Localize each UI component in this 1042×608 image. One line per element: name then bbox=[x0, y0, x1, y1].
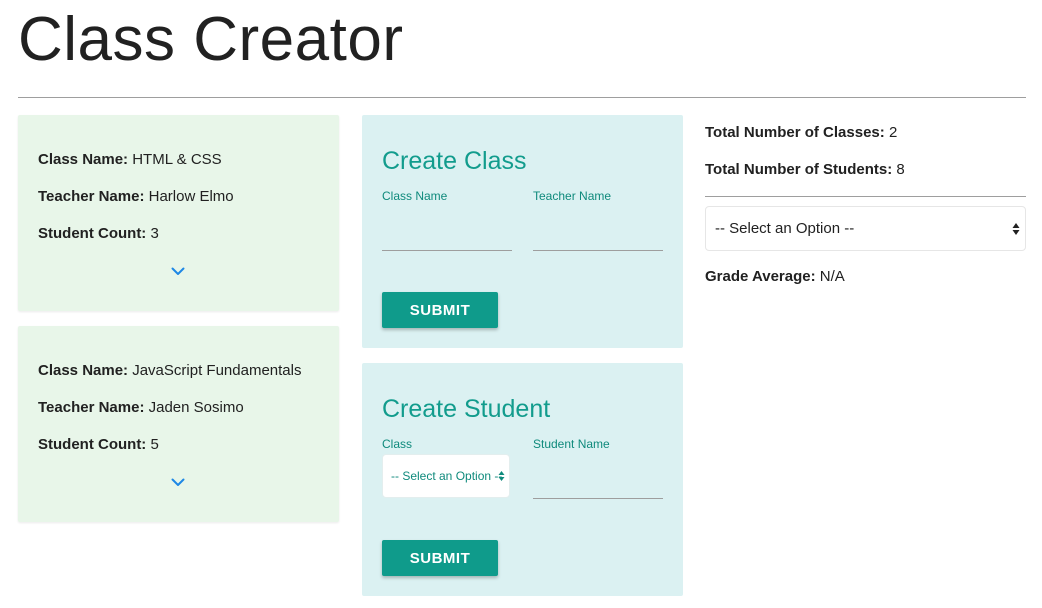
create-student-card: Create Student Class -- Select an Option… bbox=[362, 363, 683, 596]
class-filter-select[interactable]: -- Select an Option -- bbox=[705, 206, 1026, 251]
stats-divider bbox=[705, 196, 1026, 197]
title-divider bbox=[18, 97, 1026, 98]
teacher-name-label: Teacher Name: bbox=[38, 188, 145, 205]
class-name-label: Class Name: bbox=[38, 151, 129, 168]
teacher-name-row: Teacher Name: Harlow Elmo bbox=[38, 187, 234, 207]
teacher-name-field-label: Teacher Name bbox=[533, 189, 612, 203]
class-card: Class Name: JavaScript Fundamentals Teac… bbox=[18, 326, 339, 522]
teacher-name-row: Teacher Name: Jaden Sosimo bbox=[38, 398, 244, 418]
create-class-submit-button[interactable]: SUBMIT bbox=[382, 292, 498, 328]
teacher-name-input[interactable] bbox=[533, 227, 663, 251]
create-class-card: Create Class Class Name Teacher Name SUB… bbox=[362, 115, 683, 348]
student-count-row: Student Count: 5 bbox=[38, 435, 159, 455]
grade-average-stat: Grade Average: N/A bbox=[705, 267, 845, 287]
expand-class-button[interactable] bbox=[168, 474, 188, 490]
total-classes-label: Total Number of Classes: bbox=[705, 124, 885, 141]
grade-average-label: Grade Average: bbox=[705, 268, 816, 285]
teacher-name-label: Teacher Name: bbox=[38, 399, 145, 416]
expand-class-button[interactable] bbox=[168, 263, 188, 279]
grade-average-value: N/A bbox=[819, 268, 845, 285]
class-name-row: Class Name: JavaScript Fundamentals bbox=[38, 361, 301, 381]
student-count-row: Student Count: 3 bbox=[38, 224, 159, 244]
class-filter-select-value: -- Select an Option -- bbox=[715, 220, 855, 237]
class-field-label: Class bbox=[382, 437, 413, 451]
total-students-value: 8 bbox=[896, 161, 905, 178]
student-count-value: 3 bbox=[150, 225, 159, 242]
total-classes-stat: Total Number of Classes: 2 bbox=[705, 123, 897, 143]
create-student-submit-button[interactable]: SUBMIT bbox=[382, 540, 498, 576]
class-name-row: Class Name: HTML & CSS bbox=[38, 150, 222, 170]
student-count-label: Student Count: bbox=[38, 225, 147, 242]
select-arrows-icon bbox=[1012, 223, 1020, 235]
create-class-title: Create Class bbox=[382, 147, 527, 175]
chevron-down-icon bbox=[171, 478, 185, 486]
page-title: Class Creator bbox=[18, 5, 404, 74]
teacher-name-value: Jaden Sosimo bbox=[148, 399, 244, 416]
student-name-input[interactable] bbox=[533, 475, 663, 499]
class-select-value: -- Select an Option -- bbox=[391, 469, 503, 483]
chevron-down-icon bbox=[171, 267, 185, 275]
total-students-stat: Total Number of Students: 8 bbox=[705, 160, 905, 180]
class-name-value: JavaScript Fundamentals bbox=[132, 362, 302, 379]
total-classes-value: 2 bbox=[888, 124, 898, 141]
class-name-input[interactable] bbox=[382, 227, 512, 251]
select-arrows-icon bbox=[498, 471, 505, 481]
class-name-label: Class Name: bbox=[38, 362, 129, 379]
student-count-value: 5 bbox=[150, 436, 159, 453]
student-name-field-label: Student Name bbox=[533, 437, 610, 451]
class-card: Class Name: HTML & CSS Teacher Name: Har… bbox=[18, 115, 339, 311]
teacher-name-value: Harlow Elmo bbox=[148, 188, 234, 205]
create-student-title: Create Student bbox=[382, 395, 551, 423]
class-name-field-label: Class Name bbox=[382, 189, 448, 203]
class-select[interactable]: -- Select an Option -- bbox=[382, 454, 510, 498]
class-name-value: HTML & CSS bbox=[132, 151, 222, 168]
student-count-label: Student Count: bbox=[38, 436, 147, 453]
total-students-label: Total Number of Students: bbox=[705, 161, 893, 178]
